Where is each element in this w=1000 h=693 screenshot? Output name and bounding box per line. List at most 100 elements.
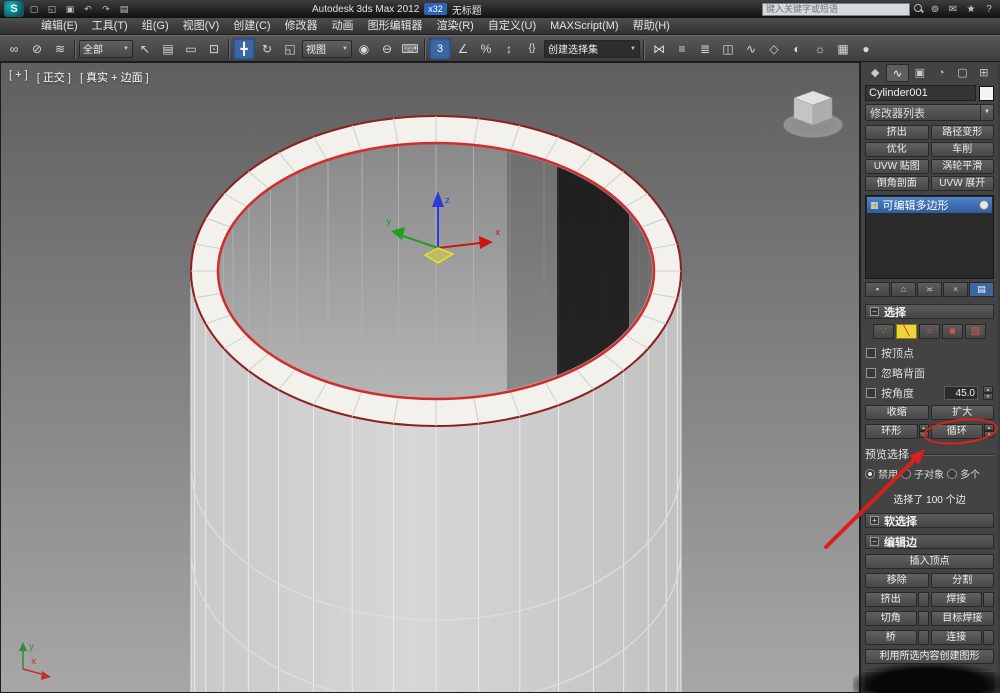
search-icon[interactable] xyxy=(914,4,924,14)
chamfer-settings-button[interactable] xyxy=(918,611,929,626)
graphite-ribbon-icon[interactable]: ◫ xyxy=(717,38,739,60)
select-object-icon[interactable]: ↖ xyxy=(134,38,156,60)
menu-views[interactable]: 视图(V) xyxy=(176,18,227,34)
unlink-selection-icon[interactable]: ⊘ xyxy=(26,38,48,60)
subobject-level-icon[interactable] xyxy=(979,200,989,210)
show-end-result-icon[interactable]: ⌂ xyxy=(891,282,916,297)
modifier-stack[interactable]: ▦ 可编辑多边形 xyxy=(865,195,994,279)
spinner-up-icon[interactable]: ▴ xyxy=(919,424,929,431)
menu-help[interactable]: 帮助(H) xyxy=(626,18,677,34)
reference-coordinate-dropdown[interactable]: 视图 ▼ xyxy=(302,40,352,58)
curve-editor-icon[interactable]: ∿ xyxy=(740,38,762,60)
spinner-snap-icon[interactable]: ↕ xyxy=(498,38,520,60)
tab-motion-icon[interactable]: ◔ xyxy=(931,64,951,82)
perspective-viewport[interactable]: + 正交 真实 + 边面 xyxy=(0,62,860,693)
create-shape-button[interactable]: 利用所选内容创建图形 xyxy=(865,649,994,664)
menu-animation[interactable]: 动画 xyxy=(325,18,361,34)
angle-spinner[interactable]: ▴ ▾ xyxy=(983,386,993,400)
extrude-modifier-button[interactable]: 挤出 xyxy=(865,125,929,140)
open-file-icon[interactable]: ◱ xyxy=(44,2,60,16)
undo-icon[interactable]: ↶ xyxy=(80,2,96,16)
viewport-menu-view[interactable]: 正交 xyxy=(37,69,71,85)
menu-maxscript[interactable]: MAXScript(M) xyxy=(543,18,625,34)
ring-button[interactable]: 环形 xyxy=(865,424,918,439)
select-by-name-icon[interactable]: ▤ xyxy=(157,38,179,60)
project-folder-icon[interactable]: ▤ xyxy=(116,2,132,16)
new-scene-icon[interactable]: ▢ xyxy=(26,2,42,16)
connect-button[interactable]: 连接 xyxy=(931,630,983,645)
stack-item-editable-poly[interactable]: ▦ 可编辑多边形 xyxy=(867,197,992,213)
weld-settings-button[interactable] xyxy=(983,592,994,607)
modifier-list-dropdown[interactable]: 修改器列表 ▼ xyxy=(865,104,994,121)
snap-3d-toggle[interactable]: 3 xyxy=(429,38,451,60)
menu-modifiers[interactable]: 修改器 xyxy=(278,18,325,34)
angle-value-field[interactable] xyxy=(944,386,978,400)
polygon-mode-button[interactable]: ■ xyxy=(942,324,963,339)
loop-button[interactable]: 循环 xyxy=(931,424,984,439)
angle-snap-icon[interactable]: ∠ xyxy=(452,38,474,60)
selection-rollout-header[interactable]: − 选择 xyxy=(865,304,994,319)
rendered-frame-icon[interactable]: ▦ xyxy=(832,38,854,60)
manage-layers-icon[interactable]: ≣ xyxy=(694,38,716,60)
select-and-move-icon[interactable]: ╋ xyxy=(233,38,255,60)
tab-display-icon[interactable]: ▢ xyxy=(952,64,972,82)
tab-create-icon[interactable]: ◆ xyxy=(865,64,885,82)
tab-utilities-icon[interactable]: ⊞ xyxy=(974,64,994,82)
connect-settings-button[interactable] xyxy=(983,630,994,645)
percent-snap-icon[interactable]: % xyxy=(475,38,497,60)
menu-graph-editors[interactable]: 图形编辑器 xyxy=(361,18,430,34)
render-setup-icon[interactable]: ☼ xyxy=(809,38,831,60)
target-weld-button[interactable]: 目标焊接 xyxy=(931,611,995,626)
select-and-link-icon[interactable]: ∞ xyxy=(3,38,25,60)
unwrap-uvw-modifier-button[interactable]: UVW 展开 xyxy=(931,176,995,191)
extrude-button[interactable]: 挤出 xyxy=(865,592,917,607)
tab-modify-icon[interactable]: ∿ xyxy=(886,64,908,82)
menu-edit[interactable]: 编辑(E) xyxy=(34,18,85,34)
remove-button[interactable]: 移除 xyxy=(865,573,929,588)
window-crossing-icon[interactable]: ⊡ xyxy=(203,38,225,60)
grow-button[interactable]: 扩大 xyxy=(931,405,995,420)
turbosmooth-modifier-button[interactable]: 涡轮平滑 xyxy=(931,159,995,174)
bridge-settings-button[interactable] xyxy=(918,630,929,645)
select-and-manipulate-icon[interactable]: ⊖ xyxy=(376,38,398,60)
named-selection-sets-dropdown[interactable]: 创建选择集 ▼ xyxy=(544,40,640,58)
path-deform-modifier-button[interactable]: 路径变形 xyxy=(931,125,995,140)
weld-button[interactable]: 焊接 xyxy=(931,592,983,607)
bind-to-spacewarp-icon[interactable]: ≋ xyxy=(49,38,71,60)
subscription-key-icon[interactable]: ⊚ xyxy=(928,4,942,15)
favorites-star-icon[interactable]: ★ xyxy=(964,4,978,15)
menu-rendering[interactable]: 渲染(R) xyxy=(430,18,481,34)
select-and-scale-icon[interactable]: ◱ xyxy=(279,38,301,60)
selection-filter-dropdown[interactable]: 全部 ▼ xyxy=(79,40,133,58)
material-editor-icon[interactable]: ◐ xyxy=(786,38,808,60)
schematic-view-icon[interactable]: ◇ xyxy=(763,38,785,60)
object-color-swatch[interactable] xyxy=(979,86,994,101)
preview-multiple-radio[interactable] xyxy=(947,469,957,479)
menu-create[interactable]: 创建(C) xyxy=(226,18,277,34)
edit-named-sets-icon[interactable]: {} xyxy=(521,38,543,60)
loop-spinner[interactable]: ▴ ▾ xyxy=(984,424,994,439)
bevel-profile-modifier-button[interactable]: 倒角剖面 xyxy=(865,176,929,191)
element-mode-button[interactable]: ▧ xyxy=(965,324,986,339)
render-production-icon[interactable]: ● xyxy=(855,38,877,60)
rect-selection-region-icon[interactable]: ▭ xyxy=(180,38,202,60)
by-vertex-checkbox-row[interactable]: 按顶点 xyxy=(866,345,993,361)
app-logo-button[interactable]: S xyxy=(4,1,24,17)
chamfer-button[interactable]: 切角 xyxy=(865,611,917,626)
uvw-map-modifier-button[interactable]: UVW 贴图 xyxy=(865,159,929,174)
align-icon[interactable]: ≡ xyxy=(671,38,693,60)
spinner-down-icon[interactable]: ▾ xyxy=(984,431,994,438)
search-input[interactable] xyxy=(762,3,910,16)
spinner-down-icon[interactable]: ▾ xyxy=(983,393,993,400)
spinner-up-icon[interactable]: ▴ xyxy=(984,424,994,431)
edge-mode-button[interactable]: ╲ xyxy=(896,324,917,339)
lathe-modifier-button[interactable]: 车削 xyxy=(931,142,995,157)
ring-spinner[interactable]: ▴ ▾ xyxy=(919,424,929,439)
viewport-menu-shading[interactable]: 真实 + 边面 xyxy=(80,69,149,85)
by-angle-checkbox[interactable] xyxy=(866,388,876,398)
use-pivot-center-icon[interactable]: ◉ xyxy=(353,38,375,60)
insert-vertex-button[interactable]: 插入顶点 xyxy=(865,554,994,569)
optimize-modifier-button[interactable]: 优化 xyxy=(865,142,929,157)
mirror-icon[interactable]: ⋈ xyxy=(648,38,670,60)
menu-group[interactable]: 组(G) xyxy=(135,18,176,34)
